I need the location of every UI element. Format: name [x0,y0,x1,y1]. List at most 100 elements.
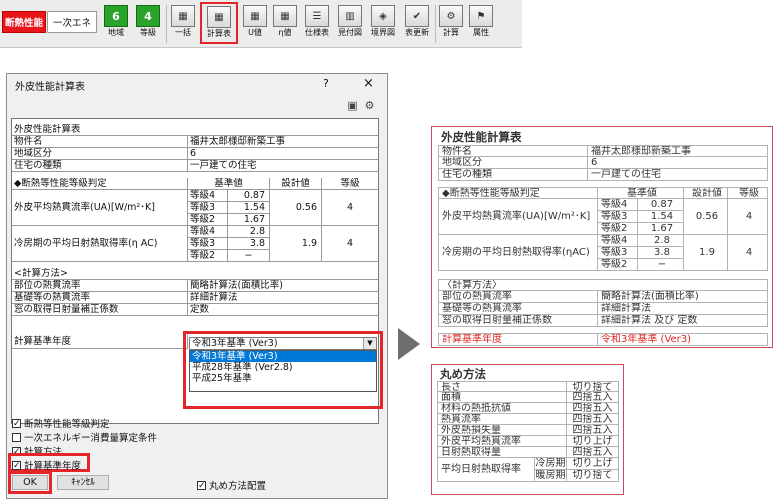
rounding-value-3: 四捨五入 [567,403,619,414]
spec-table-label: 仕様表 [305,28,329,37]
year-option[interactable]: 平成28年基準 (Ver2.8) [190,362,376,373]
preview-ua-value-3: 1.54 [638,211,684,223]
u-value-button[interactable]: ▦ U値 [241,3,269,44]
preview-eta-value-3: 3.8 [638,247,684,259]
ua-result: 4 [322,190,378,226]
list-icon: ☰ [305,5,329,27]
calculate-button[interactable]: ⚙ 計算 [437,3,465,44]
preview-property-label: 物件名 [438,145,588,157]
preview-ua-label: 外皮平均熱貫流率(UA)[W/m²･K] [438,199,598,235]
eta-grade-4: 等級4 [188,226,228,238]
table-update-label: 表更新 [405,28,429,37]
property-value: 福井太郎様邸新築工事 [188,136,378,148]
eta-design: 1.9 [270,226,322,262]
checkbox-box: ✓ [12,460,21,471]
primary-energy-mode-button[interactable]: 一次エネ [47,11,97,33]
region-label: 地域区分 [12,148,188,160]
export-icon[interactable]: ▣ [346,99,359,112]
u-value-label: U値 [248,28,262,37]
rounding-sub-label-2: 暖房期 [535,470,567,482]
help-button[interactable]: ? [323,77,329,90]
rounding-sub-label-1: 冷房期 [535,458,567,470]
eta-value-4: 2.8 [228,226,270,238]
rounding-last-label: 平均日射熱取得率 [437,458,535,482]
toolbar-separator [435,5,436,43]
year-combo[interactable]: 令和3年基準 (Ver3) ▼ [189,337,377,350]
preview-ua-grade-3: 等級3 [598,211,638,223]
region-button[interactable]: 6 地域 [101,3,131,44]
ua-grade-4: 等級4 [188,190,228,202]
year-label: 計算基準年度 [12,335,188,349]
preview-rounding-table: 丸め方法 長さ 切り捨て 面積 四捨五入 材料の熱抵抗値 四捨五入 熱貫流率 四… [431,364,624,495]
rounding-label-3: 材料の熱抵抗値 [437,403,567,414]
method-value-3: 定数 [188,304,378,316]
energy-condition-checkbox[interactable]: 一次エネルギー消費量算定条件 [12,430,157,444]
rounding-sub-value-2: 切り捨て [567,470,619,482]
preview-col-standard: 基準値 [598,187,684,199]
eta-value-label: η値 [278,28,292,37]
col-design: 設計値 [270,178,322,190]
settings-icon[interactable]: ⚙ [363,99,376,112]
eta-grade-2: 等級2 [188,250,228,262]
eta-label: 冷房期の平均日射熱取得率(η AC) [12,226,188,262]
preview-ua-value-2: 1.67 [638,223,684,235]
preview-title: 外皮性能計算表 [441,131,522,144]
preview-eta-result: 4 [728,235,768,271]
ua-value-4: 0.87 [228,190,270,202]
preview-house-type-label: 住宅の種類 [438,169,588,181]
method-label-3: 窓の取得日射量補正係数 [12,304,188,316]
calc-year-checkbox[interactable]: ✓ 計算基準年度 [12,458,81,472]
rounding-label-5: 外皮熱損失量 [437,425,567,436]
preview-eta-grade-4: 等級4 [598,235,638,247]
calc-table-label: 計算表 [207,29,231,38]
grade-judge-checkbox[interactable]: ✓ 断熱等性能等級判定 [12,416,110,430]
close-button[interactable]: × [363,76,374,91]
calc-table-button[interactable]: ▦ 計算表 [200,2,238,44]
calculate-label: 計算 [443,28,459,37]
preview-method-label-2: 基礎等の熱貫流率 [438,303,598,315]
spec-table-button[interactable]: ☰ 仕様表 [301,3,333,44]
elevation-button[interactable]: ▥ 見付図 [335,3,365,44]
toolbar: 断熱性能 一次エネ 6 地域 4 等級 ▦ 一括 ▦ 計算表 ▦ U値 ▦ η値… [0,0,522,48]
preview-method-label-1: 部位の熱貫流率 [438,291,598,303]
house-type-label: 住宅の種類 [12,160,188,172]
preview-eta-value-4: 2.8 [638,235,684,247]
year-option[interactable]: 平成25年基準 [190,373,376,384]
year-option[interactable]: 令和3年基準 (Ver3) [190,351,376,362]
cancel-button[interactable]: ｷｬﾝｾﾙ [57,475,109,490]
rounding-value-6: 切り上げ [567,436,619,447]
calc-table-dialog: 外皮性能計算表 ? × ▣ ⚙ 外皮性能計算表 物件名 福井太郎様邸新築工事 地… [6,73,388,499]
rounding-label-2: 面積 [437,392,567,403]
elevation-label: 見付図 [338,28,362,37]
ua-value-3: 1.54 [228,202,270,214]
preview-region-value: 6 [588,157,768,169]
batch-button[interactable]: ▦ 一括 [168,3,198,44]
ua-grade-3: 等級3 [188,202,228,214]
preview-eta-grade-2: 等級2 [598,259,638,271]
chevron-down-icon[interactable]: ▼ [363,338,376,349]
preview-eta-grade-3: 等級3 [598,247,638,259]
rounding-checkbox[interactable]: ✓ 丸め方法配置 [197,478,266,492]
table-update-button[interactable]: ✔ 表更新 [401,3,433,44]
grade-button[interactable]: 4 等級 [133,3,163,44]
rounding-label-7: 日射熱取得量 [437,447,567,458]
preview-house-type-value: 一戸建ての住宅 [588,169,768,181]
preview-method-label-3: 窓の取得日射量補正係数 [438,315,598,327]
checkbox-label: 丸め方法配置 [209,481,267,492]
eta-grade-3: 等級3 [188,238,228,250]
preview-eta-label: 冷房期の平均日射熱取得率(ηAC) [438,235,598,271]
insulation-mode-button[interactable]: 断熱性能 [2,11,46,33]
region-value: 6 [104,5,128,27]
table-icon: ▦ [207,6,231,28]
update-icon: ✔ [405,5,429,27]
preview-col-design: 設計値 [684,187,728,199]
preview-ua-design: 0.56 [684,199,728,235]
preview-calc-table: 外皮性能計算表 物件名 福井太郎様邸新築工事 地域区分 6 住宅の種類 一戸建て… [431,126,773,348]
ok-button[interactable]: OK [12,475,48,490]
method-value-1: 簡略計算法(面積比率) [188,280,378,292]
rounding-title: 丸め方法 [440,368,486,381]
attribute-button[interactable]: ⚑ 属性 [467,3,495,44]
grade-value: 4 [136,5,160,27]
eta-value-button[interactable]: ▦ η値 [271,3,299,44]
boundary-button[interactable]: ◈ 境界図 [367,3,399,44]
